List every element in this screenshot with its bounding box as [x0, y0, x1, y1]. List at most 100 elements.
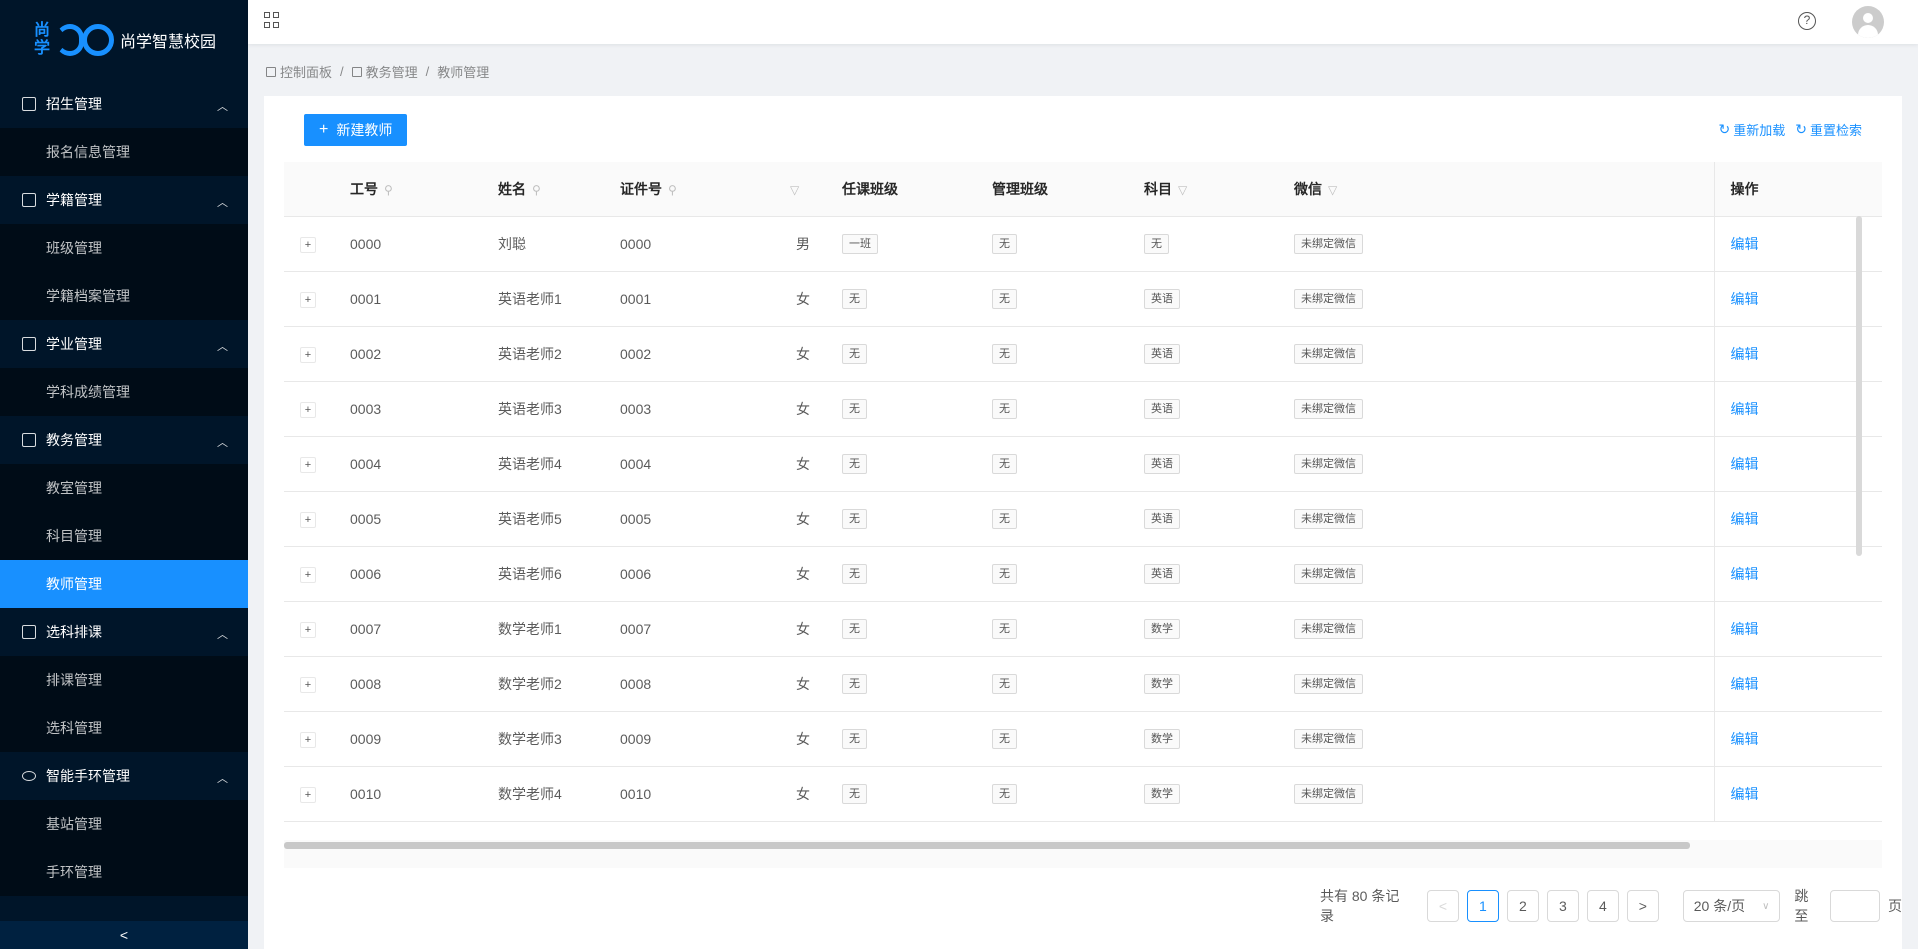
header-cert: 证件号 ⚲ — [604, 162, 768, 217]
edit-link[interactable]: 编辑 — [1731, 621, 1759, 637]
sidebar-item[interactable]: 科目管理 — [0, 512, 248, 560]
menu-group-title[interactable]: 教务管理 ︿ — [0, 416, 248, 464]
page-button[interactable]: 1 — [1466, 890, 1499, 922]
expand-row-button[interactable]: + — [300, 291, 316, 308]
page-button[interactable]: 3 — [1546, 890, 1579, 922]
search-icon[interactable]: ⚲ — [668, 183, 677, 197]
menu-group-title[interactable]: 智能手环管理 ︿ — [0, 752, 248, 800]
expand-row-button[interactable]: + — [300, 511, 316, 528]
sidebar-item[interactable]: 选科管理 — [0, 704, 248, 752]
breadcrumb: 控制面板 / 教务管理 / 教师管理 — [266, 62, 489, 81]
cell-cert: 0002 — [604, 326, 768, 382]
filter-icon[interactable]: ▽ — [1178, 183, 1187, 197]
sidebar-menu: 招生管理 ︿ 报名信息管理 学籍管理 ︿ 班级管理 学籍档案管理 学业管理 ︿ 学科成绩管理 教务管… — [0, 80, 248, 896]
edit-link[interactable]: 编辑 — [1731, 291, 1759, 307]
cell-gender: 女 — [768, 766, 826, 822]
prev-page-button[interactable]: < — [1426, 890, 1459, 922]
sidebar-item[interactable]: 教师管理 — [0, 560, 248, 608]
tag: 无 — [992, 508, 1017, 529]
cell-name: 数学老师1 — [482, 601, 604, 657]
app-logo[interactable]: 尚 学 尚学智慧校园 — [0, 0, 248, 80]
expand-row-button[interactable]: + — [300, 456, 316, 473]
expand-row-button[interactable]: + — [300, 401, 316, 418]
expand-row-button[interactable]: + — [300, 566, 316, 583]
cell-wechat: 未绑定微信 — [1278, 436, 1714, 492]
search-icon[interactable]: ⚲ — [532, 183, 541, 197]
main-card: + 新建教师 ↻ 重新加载 ↻ 重置检索 工号 ⚲ 姓名 ⚲ 证件号 ⚲ ▽ 任… — [264, 96, 1902, 949]
sidebar-item[interactable]: 班级管理 — [0, 224, 248, 272]
tag: 英语 — [1144, 453, 1180, 474]
collapse-sidebar-button[interactable]: < — [0, 921, 248, 949]
jump-page-input[interactable] — [1830, 890, 1880, 922]
filter-icon[interactable]: ▽ — [790, 183, 799, 197]
sidebar-item[interactable]: 报名信息管理 — [0, 128, 248, 176]
expand-row-button[interactable]: + — [300, 731, 316, 748]
edit-link[interactable]: 编辑 — [1731, 786, 1759, 802]
edit-link[interactable]: 编辑 — [1731, 511, 1759, 527]
avatar[interactable] — [1852, 6, 1884, 38]
menu-group-title[interactable]: 学籍管理 ︿ — [0, 176, 248, 224]
edit-link[interactable]: 编辑 — [1731, 676, 1759, 692]
menu-group: 教务管理 ︿ 教室管理 科目管理 教师管理 — [0, 416, 248, 608]
cell-cert: 0001 — [604, 271, 768, 327]
edit-link[interactable]: 编辑 — [1731, 731, 1759, 747]
edit-link[interactable]: 编辑 — [1731, 401, 1759, 417]
cell-teach-class: 无 — [826, 656, 976, 712]
page-size-select[interactable]: 20 条/页 ∨ — [1682, 890, 1781, 922]
page-list: 1234 — [1466, 890, 1619, 922]
page-button[interactable]: 4 — [1586, 890, 1619, 922]
cell-wechat: 未绑定微信 — [1278, 711, 1714, 767]
expand-row-button[interactable]: + — [300, 346, 316, 363]
tag: 英语 — [1144, 343, 1180, 364]
breadcrumb-item-academic[interactable]: 教务管理 — [366, 62, 418, 81]
reload-button[interactable]: ↻ 重新加载 — [1719, 120, 1786, 139]
table-row: +0001 英语老师1 0001 女无无英语 未绑定微信 编辑 — [284, 271, 1882, 327]
edit-link[interactable]: 编辑 — [1731, 236, 1759, 252]
expand-row-button[interactable]: + — [300, 621, 316, 638]
menu-group: 学业管理 ︿ 学科成绩管理 — [0, 320, 248, 416]
edit-link[interactable]: 编辑 — [1731, 566, 1759, 582]
next-page-button[interactable]: > — [1626, 890, 1659, 922]
menu-group-label: 教务管理 — [46, 432, 102, 448]
sidebar-item[interactable]: 教室管理 — [0, 464, 248, 512]
sidebar-item[interactable]: 基站管理 — [0, 800, 248, 848]
tag: 无 — [992, 673, 1017, 694]
menu-group-title[interactable]: 学业管理 ︿ — [0, 320, 248, 368]
cell-cert: 0000 — [604, 216, 768, 272]
sidebar-item[interactable]: 手环管理 — [0, 848, 248, 896]
eye-icon — [22, 771, 36, 781]
tag: 无 — [992, 453, 1017, 474]
id-card-icon — [22, 193, 36, 207]
vertical-scrollbar[interactable] — [1856, 216, 1862, 556]
filter-icon[interactable]: ▽ — [1328, 183, 1337, 197]
table-row: +0007 数学老师1 0007 女无无数学 未绑定微信 编辑 — [284, 601, 1882, 657]
sidebar-item[interactable]: 学科成绩管理 — [0, 368, 248, 416]
top-header: ? — [248, 0, 1918, 44]
expand-row-button[interactable]: + — [300, 676, 316, 693]
edit-link[interactable]: 编辑 — [1731, 346, 1759, 362]
cell-gender: 女 — [768, 271, 826, 327]
breadcrumb-separator: / — [425, 64, 430, 79]
new-teacher-button[interactable]: + 新建教师 — [304, 114, 408, 146]
cell-cert: 0003 — [604, 381, 768, 437]
help-icon[interactable]: ? — [1798, 12, 1816, 30]
apps-icon[interactable] — [264, 12, 280, 28]
expand-row-button[interactable]: + — [300, 786, 316, 803]
page-button[interactable]: 2 — [1506, 890, 1539, 922]
cell-subject: 数学 — [1128, 656, 1278, 712]
breadcrumb-item-dashboard[interactable]: 控制面板 — [280, 62, 332, 81]
reset-search-button[interactable]: ↻ 重置检索 — [1795, 120, 1862, 139]
tag: 未绑定微信 — [1294, 728, 1363, 749]
cell-id: 0001 — [334, 271, 482, 327]
sidebar-item[interactable]: 学籍档案管理 — [0, 272, 248, 320]
menu-group-title[interactable]: 选科排课 ︿ — [0, 608, 248, 656]
cell-subject: 英语 — [1128, 546, 1278, 602]
search-icon[interactable]: ⚲ — [384, 183, 393, 197]
edit-link[interactable]: 编辑 — [1731, 456, 1759, 472]
horizontal-scrollbar[interactable] — [284, 842, 1690, 849]
menu-group-title[interactable]: 招生管理 ︿ — [0, 80, 248, 128]
sidebar-item[interactable]: 排课管理 — [0, 656, 248, 704]
cell-gender: 男 — [768, 216, 826, 272]
cell-id: 0010 — [334, 766, 482, 822]
expand-row-button[interactable]: + — [300, 236, 316, 253]
